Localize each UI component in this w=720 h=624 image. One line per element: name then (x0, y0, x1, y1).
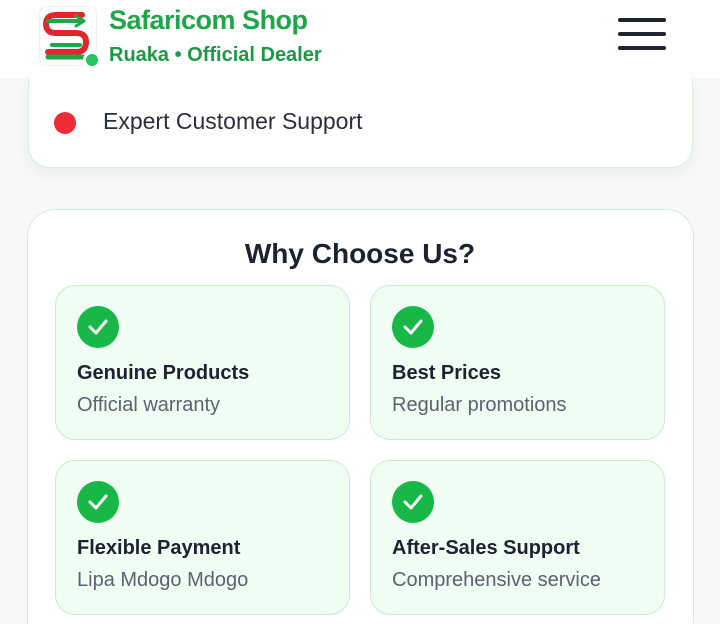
check-icon (392, 306, 434, 348)
feature-subtitle: Lipa Mdogo Mdogo (77, 569, 249, 591)
feature-title: Genuine Products (77, 362, 250, 384)
feature-title: After-Sales Support (392, 537, 580, 559)
feature-card-genuine-products: Genuine Products Official warranty (55, 285, 350, 440)
brand-subtitle: Ruaka • Official Dealer (109, 44, 322, 66)
feature-subtitle: Comprehensive service (392, 569, 601, 591)
feature-card-after-sales-support: After-Sales Support Comprehensive servic… (370, 460, 665, 615)
status-dot-icon (54, 112, 76, 134)
check-icon (77, 481, 119, 523)
online-status-dot (83, 51, 101, 69)
check-icon (77, 306, 119, 348)
feature-card-flexible-payment: Flexible Payment Lipa Mdogo Mdogo (55, 460, 350, 615)
hamburger-menu-icon[interactable] (614, 18, 668, 54)
feature-card-best-prices: Best Prices Regular promotions (370, 285, 665, 440)
feature-subtitle: Official warranty (77, 394, 221, 416)
feature-title: Best Prices (392, 362, 501, 384)
support-label: Expert Customer Support (103, 108, 363, 134)
feature-title: Flexible Payment (77, 537, 241, 559)
brand-name[interactable]: Safaricom Shop (109, 5, 308, 36)
feature-subtitle: Regular promotions (392, 394, 567, 416)
site-header: Safaricom Shop Ruaka • Official Dealer (0, 0, 720, 78)
section-title: Why Choose Us? (244, 238, 476, 269)
check-icon (392, 481, 434, 523)
